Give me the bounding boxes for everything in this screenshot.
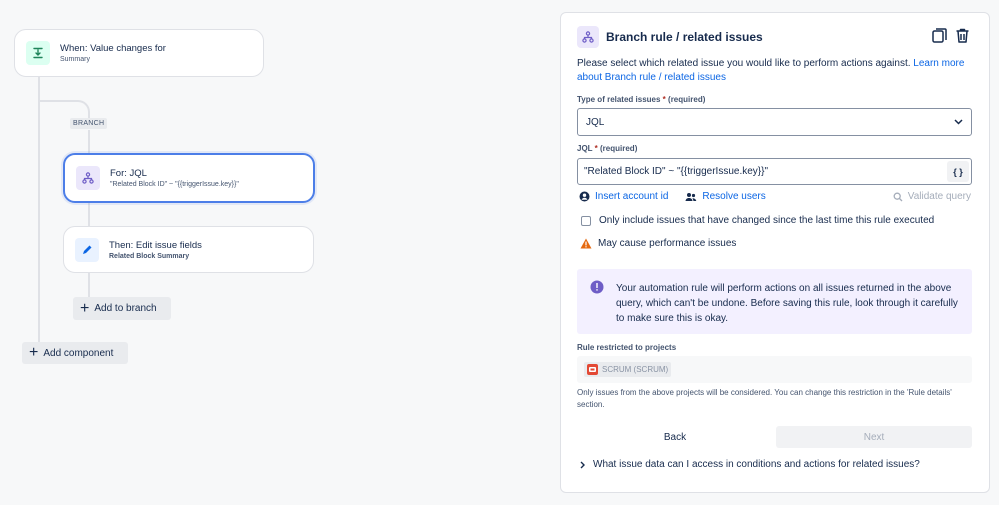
- validate-query-link[interactable]: Validate query: [893, 191, 971, 202]
- add-to-branch-label: Add to branch: [94, 303, 157, 314]
- resolve-users-label: Resolve users: [702, 191, 766, 202]
- users-icon: [685, 192, 697, 201]
- required-text: (required): [600, 144, 638, 153]
- type-label-text: Type of related issues: [577, 95, 661, 104]
- warning-text: May cause performance issues: [598, 238, 737, 249]
- projects-field: SCRUM (SCRUM): [577, 356, 972, 383]
- description-text: Please select which related issue you wo…: [577, 58, 911, 69]
- trash-icon[interactable]: [954, 27, 971, 49]
- smart-value-button[interactable]: { }: [947, 161, 969, 182]
- action-card[interactable]: Then: Edit issue fields Related Block Su…: [63, 226, 314, 273]
- branch-tag: BRANCH: [70, 118, 108, 129]
- chevron-down-icon: [954, 117, 963, 128]
- jql-label-text: JQL: [577, 144, 593, 153]
- panel-description: Please select which related issue you wo…: [577, 57, 977, 85]
- validate-query-label: Validate query: [907, 191, 971, 202]
- branch-card-title: For: JQL: [110, 168, 147, 179]
- branch-card[interactable]: For: JQL "Related Block ID" ~ "{{trigger…: [63, 153, 315, 203]
- action-card-subtitle: Related Block Summary: [109, 252, 190, 260]
- jql-input-value: "Related Block ID" ~ "{{triggerIssue.key…: [584, 166, 769, 177]
- trigger-card[interactable]: When: Value changes for Summary: [14, 29, 264, 77]
- panel-header: Branch rule / related issues: [577, 26, 763, 48]
- user-circle-icon: [579, 191, 590, 202]
- info-icon: [590, 280, 604, 294]
- performance-warning: May cause performance issues: [580, 238, 736, 249]
- chevron-right-icon: [580, 461, 585, 468]
- pencil-icon: [75, 237, 99, 262]
- checkbox[interactable]: [581, 215, 591, 226]
- required-text: (required): [668, 95, 706, 104]
- projects-note: Only issues from the above projects will…: [577, 388, 952, 409]
- trigger-icon: [26, 41, 50, 65]
- faq-label: What issue data can I access in conditio…: [593, 459, 920, 470]
- resolve-users-link[interactable]: Resolve users: [685, 191, 766, 202]
- jql-helper-links: Insert account id Resolve users Validate…: [579, 191, 971, 202]
- copy-icon[interactable]: [931, 27, 948, 49]
- changed-issues-checkbox-row[interactable]: Only include issues that have changed si…: [581, 215, 934, 226]
- next-button[interactable]: Next: [776, 426, 972, 448]
- branch-card-subtitle: "Related Block ID" ~ "{{triggerIssue.key…: [110, 181, 239, 188]
- type-field-label: Type of related issues * (required): [577, 95, 705, 104]
- required-star: *: [662, 95, 666, 104]
- back-button[interactable]: Back: [577, 426, 773, 448]
- branch-icon: [76, 166, 100, 190]
- jql-field-label: JQL * (required): [577, 144, 637, 153]
- branch-connector-curve: [40, 100, 90, 118]
- info-text: Your automation rule will perform action…: [616, 283, 958, 324]
- type-select[interactable]: JQL: [577, 108, 972, 136]
- project-chip: SCRUM (SCRUM): [584, 362, 672, 377]
- plus-icon: +: [80, 299, 90, 317]
- add-component-button[interactable]: + Add component: [22, 342, 128, 364]
- plus-icon: +: [29, 344, 39, 361]
- add-to-branch-button[interactable]: + Add to branch: [73, 297, 171, 320]
- required-star: *: [594, 144, 598, 153]
- insert-account-id-label: Insert account id: [595, 191, 669, 202]
- panel-title: Branch rule / related issues: [606, 30, 763, 44]
- faq-expander[interactable]: What issue data can I access in conditio…: [580, 459, 920, 470]
- info-message: Your automation rule will perform action…: [577, 269, 972, 334]
- rule-canvas: When: Value changes for Summary BRANCH F…: [0, 0, 555, 505]
- jql-input[interactable]: "Related Block ID" ~ "{{triggerIssue.key…: [577, 158, 972, 185]
- type-select-value: JQL: [586, 116, 605, 128]
- project-icon: [587, 364, 598, 375]
- warning-icon: [580, 238, 592, 249]
- trigger-title: When: Value changes for: [60, 43, 166, 54]
- action-card-title: Then: Edit issue fields: [109, 239, 202, 251]
- trigger-subtitle: Summary: [60, 56, 90, 63]
- add-component-label: Add component: [43, 347, 114, 359]
- insert-account-id-link[interactable]: Insert account id: [579, 191, 668, 202]
- projects-label: Rule restricted to projects: [577, 343, 677, 352]
- branch-config-panel: Branch rule / related issues Please sele…: [560, 12, 990, 493]
- project-chip-label: SCRUM (SCRUM): [602, 365, 669, 374]
- panel-actions: [931, 27, 971, 49]
- search-icon: [893, 192, 903, 201]
- checkbox-label: Only include issues that have changed si…: [599, 215, 935, 226]
- branch-icon: [577, 26, 599, 48]
